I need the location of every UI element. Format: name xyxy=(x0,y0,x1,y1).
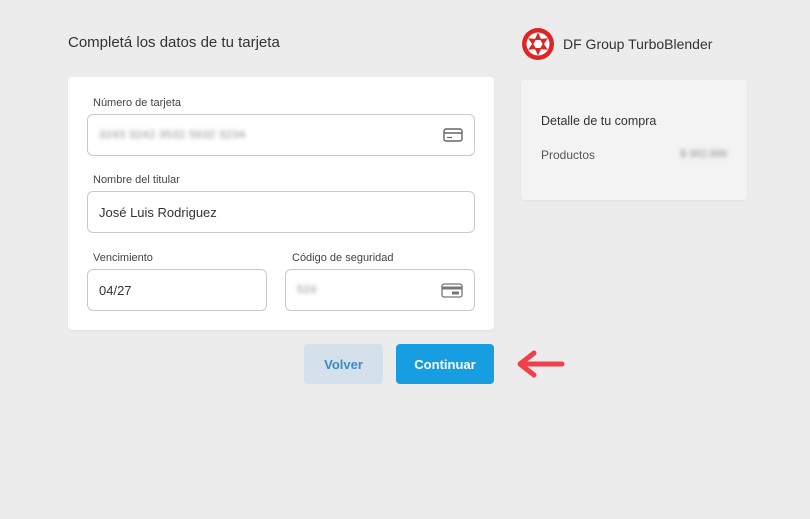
holder-name-label: Nombre del titular xyxy=(93,174,180,186)
card-form: Número de tarjeta 3243 3242 3532 5632 32… xyxy=(68,77,494,330)
security-code-value: 524 xyxy=(297,284,317,296)
order-summary: Detalle de tu compra Productos $ 362.999 xyxy=(521,80,747,200)
summary-title: Detalle de tu compra xyxy=(541,114,657,128)
card-number-value: 3243 3242 3532 5632 3234 xyxy=(99,129,246,141)
expiry-field[interactable]: 04/27 xyxy=(87,269,267,311)
holder-name-value: José Luis Rodriguez xyxy=(99,204,217,220)
summary-products-row: Productos $ 362.999 xyxy=(541,148,727,162)
holder-name-field[interactable]: José Luis Rodriguez xyxy=(87,191,475,233)
back-button[interactable]: Volver xyxy=(304,344,383,384)
products-label: Productos xyxy=(541,148,596,162)
arrow-left-icon xyxy=(517,350,565,378)
brand-logo-icon xyxy=(522,28,554,60)
security-code-field[interactable]: 524 xyxy=(285,269,475,311)
card-number-label: Número de tarjeta xyxy=(93,97,182,109)
credit-card-icon xyxy=(443,128,463,142)
card-back-icon xyxy=(441,282,463,298)
continue-button[interactable]: Continuar xyxy=(396,344,494,384)
expiry-label: Vencimiento xyxy=(93,252,153,264)
brand: DF Group TurboBlender xyxy=(521,27,712,61)
brand-name: DF Group TurboBlender xyxy=(563,36,713,52)
products-amount: $ 362.999 xyxy=(680,148,727,160)
card-number-field[interactable]: 3243 3242 3532 5632 3234 xyxy=(87,114,475,156)
expiry-value: 04/27 xyxy=(99,282,132,298)
page-title: Completá los datos de tu tarjeta xyxy=(68,34,280,51)
security-code-label: Código de seguridad xyxy=(292,252,394,264)
